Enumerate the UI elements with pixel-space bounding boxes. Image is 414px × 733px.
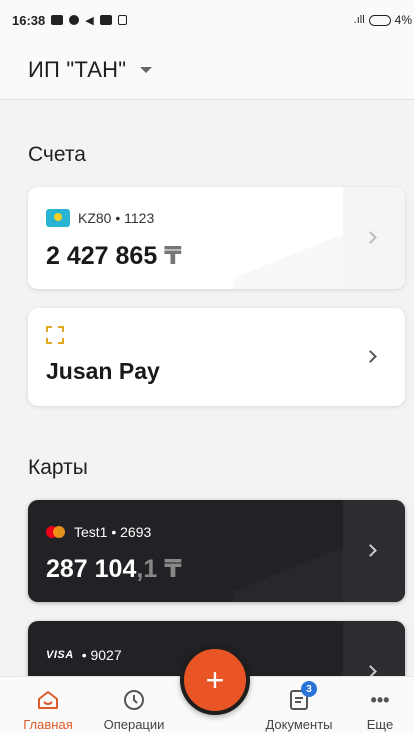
signal-icon: .ıll [353,14,365,26]
card-balance: 287 104 [46,555,137,583]
jusan-pay-label: Jusan Pay [46,358,160,384]
nav-more[interactable]: ••• Еще [358,677,402,733]
card-label: Test1 • 2693 [74,524,152,540]
company-name: ИП "ТАН" [28,56,127,82]
kz-flag-icon [46,209,70,227]
message-icon [51,15,64,25]
nav-operations[interactable]: Операции [96,677,172,733]
nav-documents-label: Документы [265,717,333,732]
add-button[interactable]: + [180,645,250,715]
accounts-section-title: Счета [28,143,86,166]
visa-icon: VISA [46,649,74,661]
card-label: • 9027 [81,647,122,663]
send-icon: ◀ [85,14,94,27]
jusan-pay-card[interactable]: Jusan Pay [28,308,405,406]
bank-card[interactable]: Test1 • 2693 287 104,1 ₸ [28,500,405,602]
company-selector[interactable]: ИП "ТАН" [0,40,414,100]
currency-symbol: ₸ [164,242,182,270]
home-icon [36,688,60,712]
caret-down-icon [140,66,153,73]
nav-documents[interactable]: 3 Документы [256,677,342,733]
nav-home-label: Главная [23,717,73,732]
status-bar: 16:38 ◀ .ıll 4% [0,0,414,40]
currency-symbol: ₸ [164,555,182,583]
nav-operations-label: Операции [103,717,165,732]
documents-badge: 3 [301,681,317,697]
clock-icon [122,688,146,712]
sim-icon [117,15,127,25]
document-icon: 3 [287,681,317,712]
nav-more-label: Еще [366,717,394,732]
more-icon: ••• [370,689,390,710]
mastercard-icon [46,526,66,538]
chevron-right-icon [364,350,377,363]
chat-icon [69,15,80,25]
account-card[interactable]: KZ80 • 1123 2 427 865 ₸ [28,187,405,289]
status-time: 16:38 [12,12,46,28]
nav-home[interactable]: Главная [18,677,78,733]
card-balance-fraction: ,1 [136,555,158,583]
app-icon [99,15,112,25]
battery-level: 4% [394,13,412,27]
qr-scan-icon [46,326,64,344]
cards-section-title: Карты [28,456,88,479]
account-label: KZ80 • 1123 [78,210,155,226]
account-balance: 2 427 865 [46,242,158,270]
battery-icon [368,14,391,26]
